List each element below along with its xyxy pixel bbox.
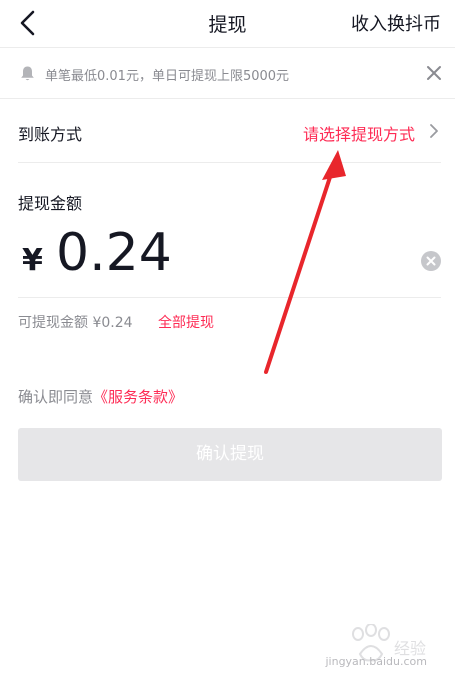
close-icon[interactable] [425, 64, 443, 82]
agreement-prefix: 确认即同意 [18, 388, 94, 406]
amount-input[interactable]: 0.24 [56, 223, 172, 283]
confirm-withdraw-button[interactable]: 确认提现 [18, 428, 442, 481]
payout-method-row[interactable]: 到账方式 请选择提现方式 [18, 99, 441, 163]
currency-symbol: ¥ [22, 243, 43, 278]
clear-circle-icon [426, 256, 436, 266]
bell-icon [21, 66, 34, 81]
chevron-right-icon [430, 124, 438, 138]
notice-text: 单笔最低0.01元，单日可提现上限5000元 [45, 69, 290, 84]
amount-label: 提现金额 [18, 194, 83, 213]
payout-method-label: 到账方式 [18, 125, 83, 144]
payout-method-select[interactable]: 请选择提现方式 [303, 121, 415, 145]
agreement-text: 确认即同意《服务条款》 [18, 386, 183, 407]
clear-amount-button[interactable] [421, 251, 441, 271]
exchange-coins-link[interactable]: 收入换抖币 [351, 10, 441, 36]
watermark-url: jingyan.baidu.com [325, 655, 427, 668]
service-terms-link[interactable]: 《服务条款》 [93, 388, 183, 406]
amount-input-row[interactable]: ¥ 0.24 [18, 215, 441, 298]
top-bar: 提现 收入换抖币 [0, 0, 455, 48]
available-amount-text: 可提现金额 ¥0.24 [18, 315, 133, 331]
withdraw-all-link[interactable]: 全部提现 [158, 312, 214, 332]
notice-banner: 单笔最低0.01元，单日可提现上限5000元 [0, 48, 455, 99]
